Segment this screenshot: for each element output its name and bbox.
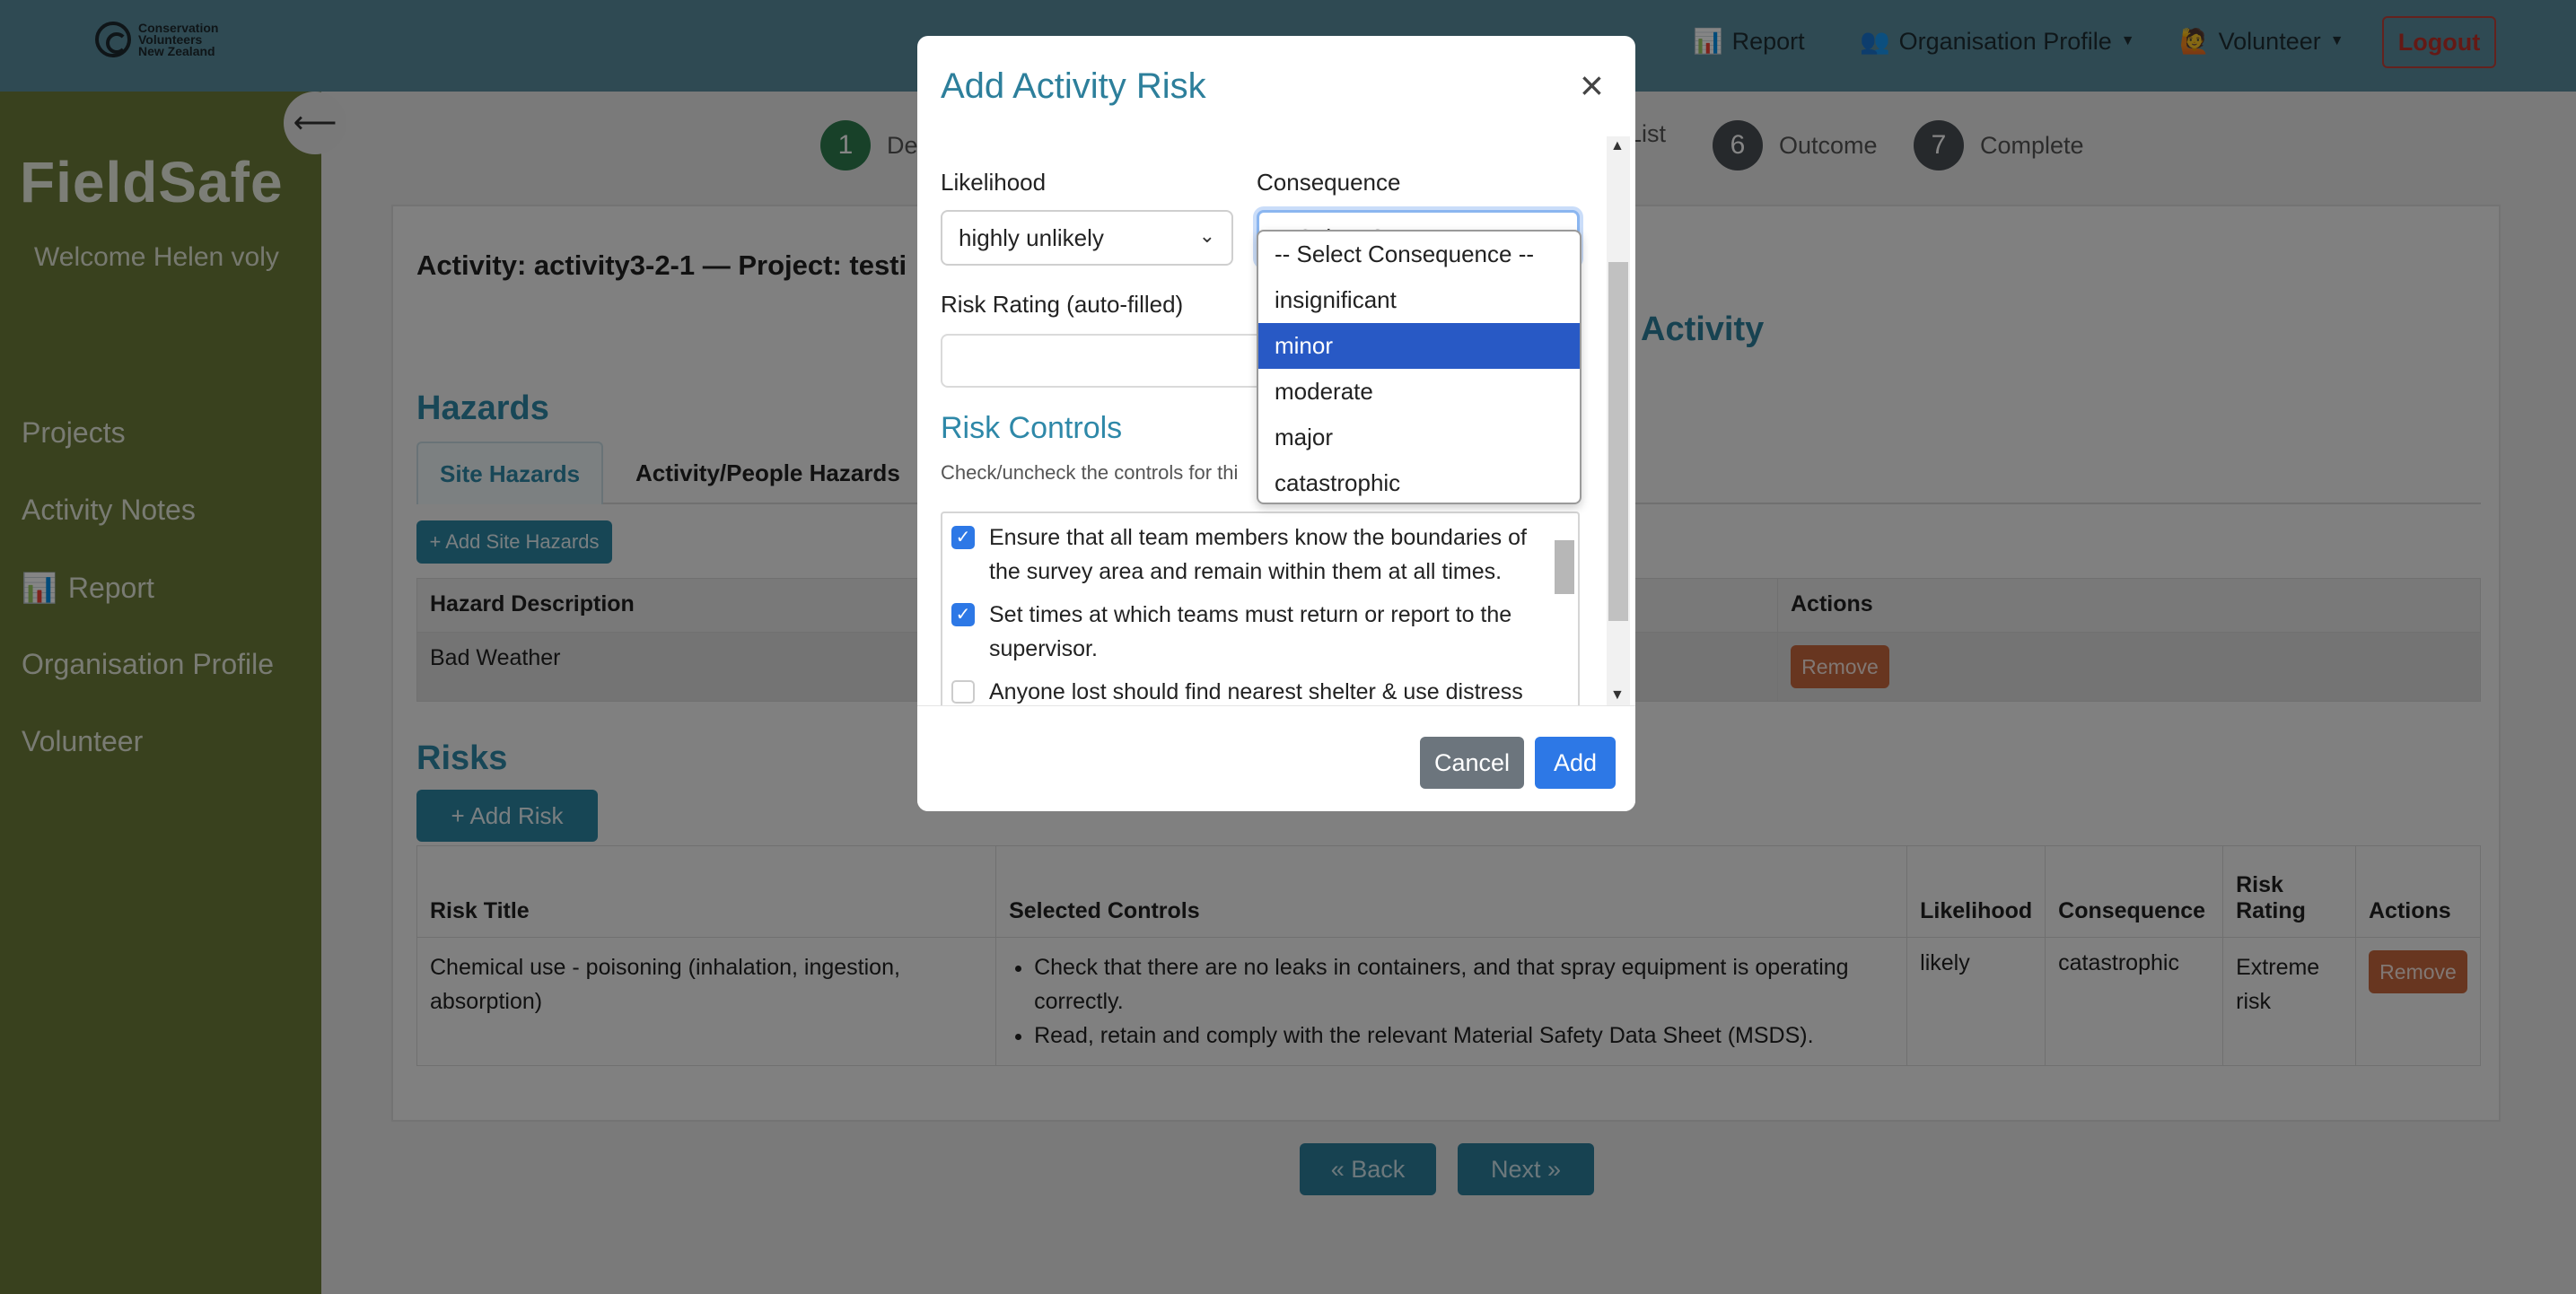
dropdown-option-highlighted[interactable]: minor	[1258, 323, 1580, 369]
risk-controls-list[interactable]: ✓ Ensure that all team members know the …	[941, 511, 1580, 705]
modal-header: Add Activity Risk ×	[917, 36, 1635, 136]
dropdown-option[interactable]: moderate	[1258, 369, 1580, 415]
scroll-down-arrow-icon[interactable]: ▼	[1610, 687, 1625, 704]
checkbox-checked[interactable]: ✓	[951, 526, 975, 549]
checkbox-checked[interactable]: ✓	[951, 603, 975, 626]
risk-controls-heading: Risk Controls	[941, 411, 1123, 445]
close-icon[interactable]: ×	[1580, 65, 1604, 106]
likelihood-select[interactable]: highly unlikely ⌄	[941, 210, 1233, 266]
scroll-up-arrow-icon[interactable]: ▲	[1610, 138, 1625, 154]
modal-title: Add Activity Risk	[941, 66, 1206, 106]
controls-scrollbar-thumb[interactable]	[1555, 540, 1574, 594]
dropdown-option[interactable]: -- Select Consequence --	[1258, 232, 1580, 277]
modal-footer: Cancel Add	[917, 705, 1635, 811]
risk-rating-label: Risk Rating (auto-filled)	[941, 291, 1184, 318]
add-button[interactable]: Add	[1535, 737, 1616, 789]
risk-controls-help: Check/uncheck the controls for thi	[941, 461, 1239, 484]
consequence-dropdown-list: -- Select Consequence -- insignificant m…	[1257, 230, 1582, 504]
checkbox-unchecked[interactable]	[951, 680, 975, 704]
control-item[interactable]: Anyone lost should find nearest shelter …	[951, 675, 1535, 705]
likelihood-label: Likelihood	[941, 169, 1047, 196]
control-item[interactable]: ✓ Set times at which teams must return o…	[951, 598, 1535, 666]
dropdown-option[interactable]: catastrophic	[1258, 460, 1580, 503]
consequence-label: Consequence	[1257, 169, 1401, 196]
modal-scrollbar[interactable]: ▲ ▼	[1607, 136, 1630, 705]
dropdown-option[interactable]: major	[1258, 415, 1580, 460]
chevron-down-icon: ⌄	[1198, 224, 1215, 247]
modal-scrollbar-thumb[interactable]	[1608, 262, 1628, 621]
cancel-button[interactable]: Cancel	[1420, 737, 1524, 789]
control-item[interactable]: ✓ Ensure that all team members know the …	[951, 520, 1535, 589]
dropdown-option[interactable]: insignificant	[1258, 277, 1580, 323]
